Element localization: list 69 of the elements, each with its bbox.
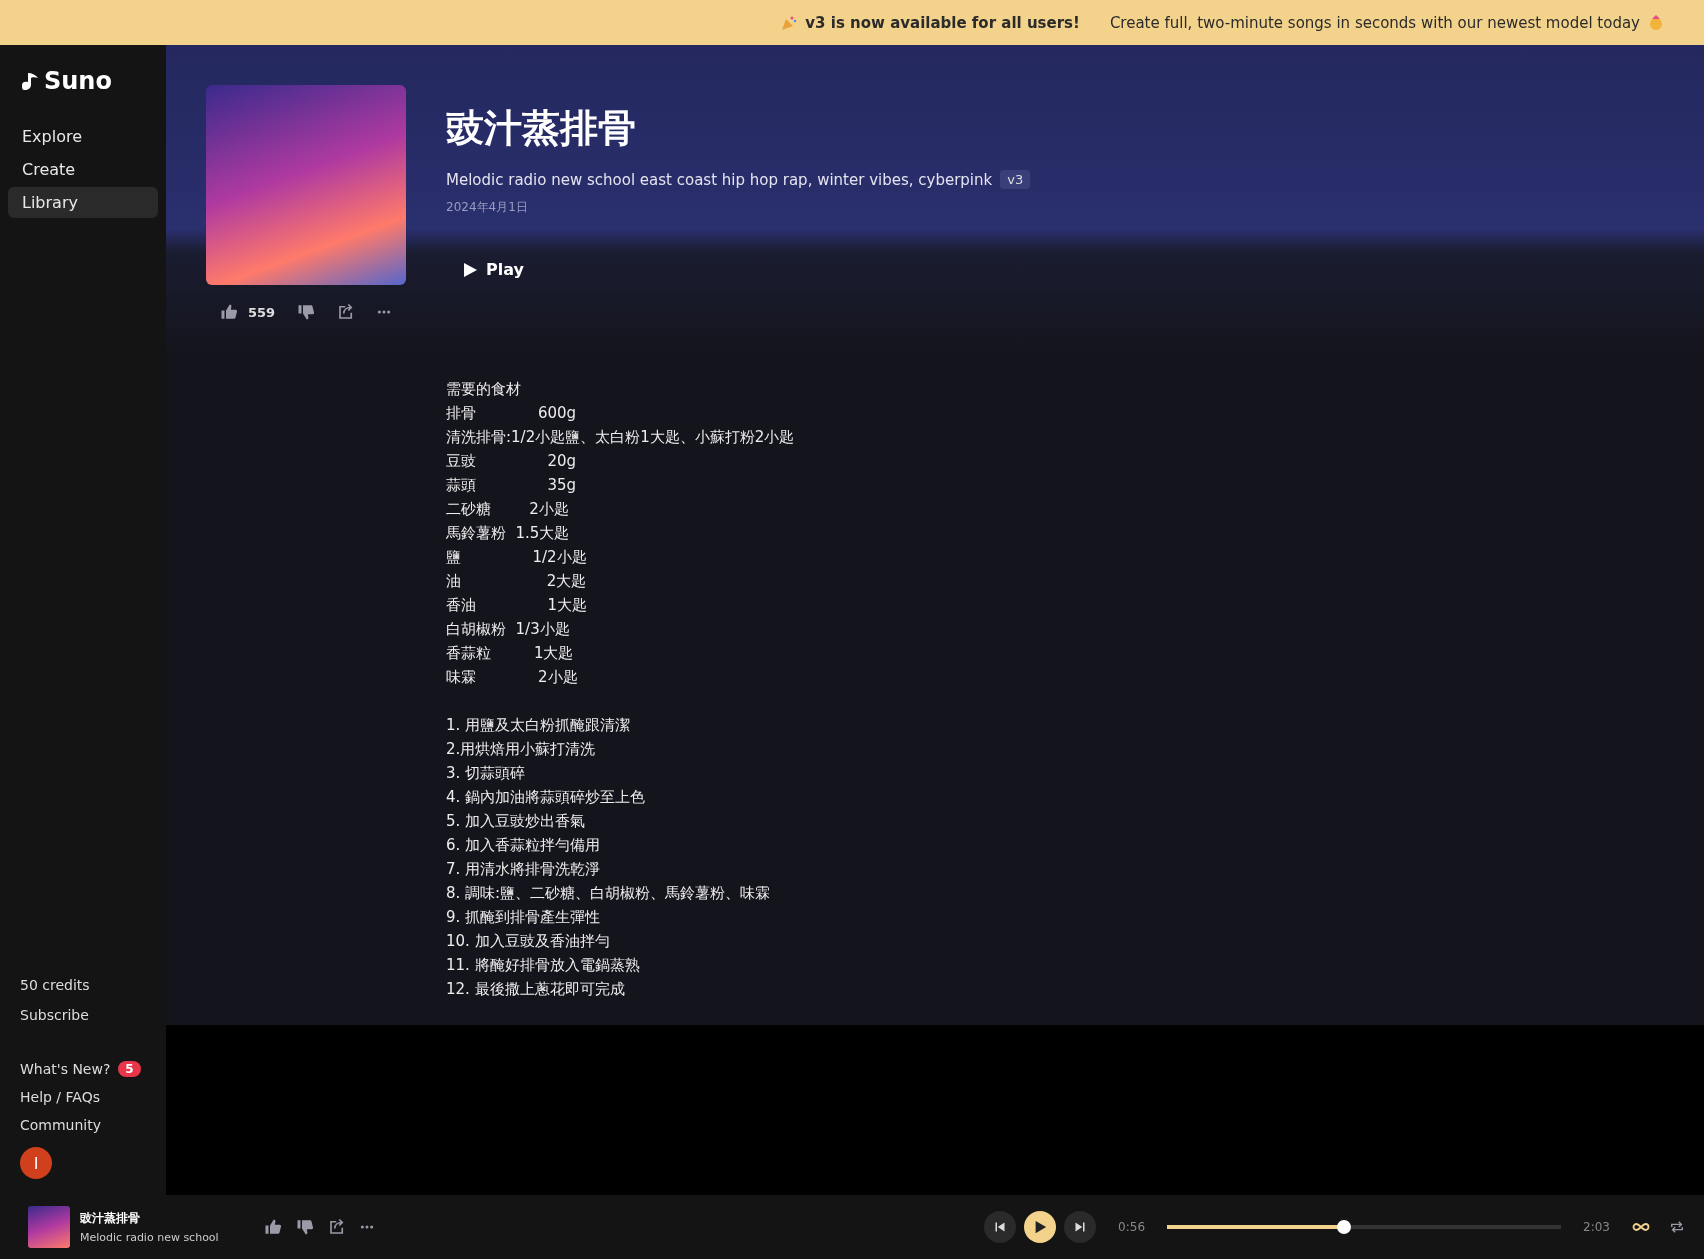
banner-message: Create full, two-minute songs in seconds with our newest model today [1109, 13, 1640, 32]
share-icon[interactable] [328, 1218, 346, 1236]
cover-thumbnail [28, 1206, 70, 1248]
party-popper-icon [781, 14, 798, 31]
lyrics-line: 4. 鍋內加油將蒜頭碎炒至上色 [446, 787, 646, 808]
lyrics-line: 9. 抓醃到排骨產生彈性 [446, 907, 601, 928]
infinity-icon[interactable] [1632, 1222, 1650, 1232]
repeat-icon[interactable] [1670, 1220, 1684, 1234]
lyrics-line: 5. 加入豆豉炒出香氣 [446, 811, 586, 832]
lyrics-line: 香油 1大匙 [446, 595, 588, 616]
logo-text[interactable]: Suno [44, 67, 112, 95]
sidebar-link[interactable]: What's New? [20, 1061, 111, 1077]
previous-button[interactable] [984, 1211, 1017, 1243]
lyrics-line: 豆豉 20g [446, 451, 577, 472]
player-song-title[interactable]: 豉汁蒸排骨 [80, 1210, 240, 1227]
like-count: 559 [248, 304, 276, 320]
song-title: 豉汁蒸排骨 [446, 105, 637, 152]
user-avatar[interactable]: I [20, 1147, 52, 1179]
duration-time: 2:03 [1583, 1220, 1610, 1234]
dislike-icon[interactable] [297, 303, 316, 321]
more-icon[interactable] [377, 309, 392, 315]
version-tag: v3 [1000, 170, 1031, 189]
play-icon [462, 261, 478, 278]
play-button[interactable] [1024, 1211, 1057, 1243]
nav-item[interactable]: Explore [8, 121, 97, 152]
lyrics-line: 馬鈴薯粉 1.5大匙 [446, 523, 570, 544]
sidebar-link[interactable]: Community [20, 1117, 102, 1133]
lyrics-line: 白胡椒粉 1/3小匙 [446, 619, 570, 640]
next-button[interactable] [1064, 1211, 1097, 1243]
dislike-icon[interactable] [296, 1218, 314, 1236]
lyrics-line: 7. 用清水將排骨洗乾淨 [446, 859, 601, 880]
lyrics-line: 清洗排骨:1/2小匙鹽、太白粉1大匙、小蘇打粉2小匙 [446, 427, 795, 448]
nav-item[interactable]: Create [8, 154, 90, 185]
lyrics-line: 香蒜粒 1大匙 [446, 643, 574, 664]
nav-item[interactable]: Library [8, 187, 158, 218]
lyrics-line: 鹽 1/2小匙 [446, 547, 587, 568]
elapsed-time: 0:56 [1118, 1220, 1146, 1234]
lyrics-line: 3. 切蒜頭碎 [446, 763, 526, 784]
lyrics-line: 2.用烘焙用小蘇打清洗 [446, 739, 596, 760]
more-icon[interactable] [360, 1224, 374, 1230]
lyrics-line: 味霖 2小匙 [446, 667, 578, 688]
lyrics-line: 1. 用鹽及太白粉抓醃跟清潔 [446, 715, 631, 736]
lyrics-line: 二砂糖 2小匙 [446, 499, 569, 520]
lyrics-line: 油 2大匙 [446, 571, 587, 592]
lyrics-line: 蒜頭 35g [446, 475, 577, 496]
like-icon[interactable] [264, 1218, 282, 1236]
like-icon[interactable] [220, 303, 238, 321]
lyrics-line: 12. 最後撒上蔥花即可完成 [446, 979, 625, 1000]
lyrics-line: 6. 加入香蒜粒拌勻備用 [446, 835, 601, 856]
lyrics-line: 8. 調味:鹽、二砂糖、白胡椒粉、馬鈴薯粉、味霖 [446, 883, 771, 904]
song-style: Melodic radio new school east coast hip hop rap, winter vibes, cyberpink [446, 170, 993, 189]
play-button[interactable]: Play [446, 254, 540, 285]
lyrics-line: 11. 將醃好排骨放入電鍋蒸熟 [446, 955, 640, 976]
player-song-style: Melodic radio new school [80, 1231, 220, 1244]
slider-handle[interactable] [1337, 1220, 1352, 1234]
count-badge: 5 [118, 1061, 141, 1077]
logo-icon [20, 71, 40, 91]
skip-back-icon [994, 1221, 1007, 1233]
sidebar-link[interactable]: Help / FAQs [20, 1089, 100, 1105]
lyrics-line: 需要的食材 [446, 379, 521, 400]
party-face-icon [1648, 14, 1664, 31]
lyrics-line: 10. 加入豆豉及香油拌勻 [446, 931, 610, 952]
song-date: 2024年4月1日 [446, 199, 529, 216]
play-icon [1033, 1220, 1048, 1234]
lyrics-line: 排骨 600g [446, 403, 577, 424]
banner-headline: v3 is now available for all users! [805, 13, 1080, 32]
credits-text: 50 credits [19, 976, 91, 995]
skip-forward-icon [1074, 1221, 1087, 1233]
subscribe-link[interactable]: Subscribe [8, 1003, 158, 1027]
